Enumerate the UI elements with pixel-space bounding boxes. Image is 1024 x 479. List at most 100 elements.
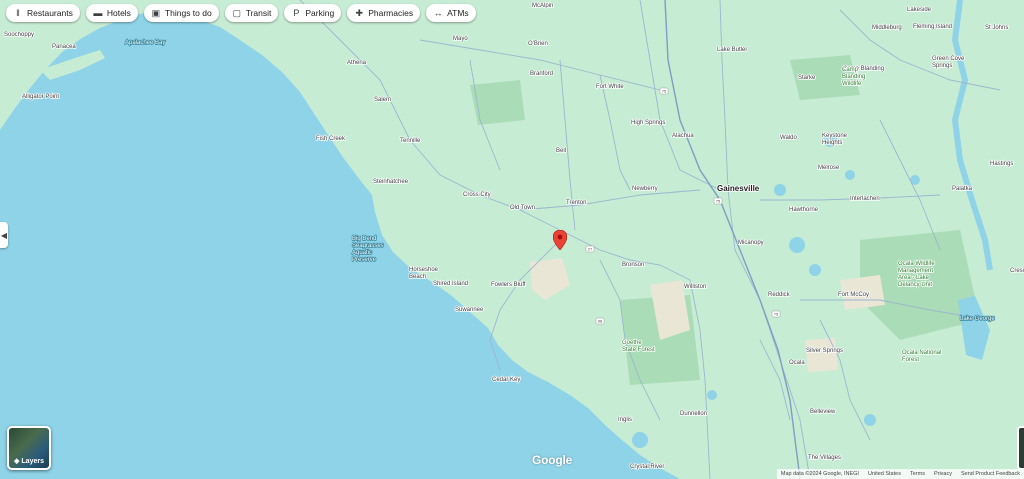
green-area-1 bbox=[470, 80, 525, 125]
place-label-hastings[interactable]: Hastings bbox=[989, 160, 1014, 168]
map-data-credit: Map data ©2024 Google, INEGI bbox=[780, 471, 859, 477]
place-label-gainesville[interactable]: Gainesville bbox=[716, 183, 760, 194]
svg-text:98: 98 bbox=[598, 319, 603, 324]
pharmacy-icon: ✚ bbox=[355, 7, 363, 18]
transit-icon: ▢ bbox=[232, 7, 241, 18]
side-thumbnail[interactable] bbox=[1017, 426, 1024, 470]
collapse-side-panel-button[interactable]: ◀ bbox=[0, 222, 8, 248]
place-label-dunnellon[interactable]: Dunnellon bbox=[679, 410, 708, 418]
filter-chip-label: Things to do bbox=[164, 8, 212, 18]
place-label-apalachee-bay[interactable]: Apalachee Bay bbox=[124, 39, 166, 46]
sand-area-4 bbox=[805, 338, 838, 372]
svg-text:75: 75 bbox=[774, 312, 779, 317]
filter-chip-atms[interactable]: ↔ ATMs bbox=[426, 4, 476, 22]
place-label-old-town[interactable]: Old Town bbox=[509, 204, 536, 212]
lake-1 bbox=[789, 237, 805, 253]
place-label-fleming-island[interactable]: Fleming Island bbox=[912, 23, 953, 31]
region-link[interactable]: United States bbox=[868, 471, 901, 477]
filter-chip-things-to-do[interactable]: ▣ Things to do bbox=[143, 4, 219, 22]
place-label-silver-springs[interactable]: Silver Springs bbox=[805, 347, 844, 355]
place-label-inglis[interactable]: Inglis bbox=[617, 416, 633, 424]
place-label-middleburg[interactable]: Middleburg bbox=[871, 24, 902, 32]
lake-8 bbox=[707, 390, 717, 400]
place-label-newberry[interactable]: Newberry bbox=[631, 185, 658, 193]
attribution-bar: Map data ©2024 Google, INEGI United Stat… bbox=[776, 469, 1024, 479]
place-label-waldo[interactable]: Waldo bbox=[779, 134, 798, 142]
place-label-cedar-key[interactable]: Cedar Key bbox=[491, 376, 521, 384]
lake-5 bbox=[774, 184, 786, 196]
filter-chip-label: Restaurants bbox=[27, 8, 73, 18]
place-label-williston[interactable]: Williston bbox=[683, 283, 707, 291]
place-label-belleview[interactable]: Belleview bbox=[809, 408, 837, 416]
place-label-alachua[interactable]: Alachua bbox=[671, 132, 695, 140]
terms-link[interactable]: Terms bbox=[910, 471, 925, 477]
place-label-bronson[interactable]: Bronson bbox=[621, 261, 645, 269]
filter-chip-restaurants[interactable]: ‖ Restaurants bbox=[6, 4, 80, 22]
google-logo: Google bbox=[532, 453, 573, 467]
place-label-o-brien[interactable]: O'Brien bbox=[527, 40, 548, 48]
lake-2 bbox=[809, 264, 821, 276]
feedback-link[interactable]: Send Product Feedback bbox=[961, 471, 1020, 477]
layers-button[interactable]: ◈ Layers bbox=[7, 426, 51, 470]
place-label-tennille[interactable]: Tennille bbox=[399, 137, 422, 145]
filter-chip-pharmacies[interactable]: ✚ Pharmacies bbox=[347, 4, 421, 22]
lake-7 bbox=[864, 414, 876, 426]
filter-chip-hotels[interactable]: ▬ Hotels bbox=[85, 4, 138, 22]
filter-chip-label: ATMs bbox=[447, 8, 469, 18]
filter-chip-label: Transit bbox=[245, 8, 272, 18]
lake-9 bbox=[632, 432, 648, 448]
place-label-soochoppy[interactable]: Soochoppy bbox=[3, 31, 35, 39]
place-label-micanopy[interactable]: Micanopy bbox=[737, 239, 764, 247]
filter-chip-transit[interactable]: ▢ Transit bbox=[224, 4, 279, 22]
place-label-st-johns[interactable]: St Johns bbox=[984, 24, 1009, 32]
place-label-reddick[interactable]: Reddick bbox=[767, 291, 791, 299]
place-label-suwannee[interactable]: Suwannee bbox=[454, 306, 485, 314]
svg-text:75: 75 bbox=[716, 199, 721, 204]
place-label-panacea[interactable]: Panacea bbox=[51, 43, 77, 51]
place-label-bell[interactable]: Bell bbox=[555, 147, 567, 155]
layers-label: Layers bbox=[21, 457, 44, 465]
map-pin-icon bbox=[552, 229, 568, 251]
place-label-cross-city[interactable]: Cross City bbox=[462, 191, 491, 199]
place-label-high-springs[interactable]: High Springs bbox=[630, 119, 666, 127]
bed-icon: ▬ bbox=[93, 7, 103, 18]
filter-chip-label: Parking bbox=[305, 8, 335, 18]
fork-knife-icon: ‖ bbox=[16, 7, 20, 18]
place-label-fort-mccoy[interactable]: Fort McCoy bbox=[837, 291, 870, 299]
place-label-starke[interactable]: Starke bbox=[797, 74, 817, 82]
parking-icon: P bbox=[293, 7, 300, 18]
place-label-crescent-city[interactable]: Crescent City bbox=[1009, 267, 1024, 275]
atm-icon: ↔ bbox=[433, 7, 443, 18]
privacy-link[interactable]: Privacy bbox=[934, 471, 952, 477]
lake-4 bbox=[845, 170, 855, 180]
camera-icon: ▣ bbox=[151, 7, 161, 18]
place-label-fish-creek[interactable]: Fish Creek bbox=[315, 135, 347, 143]
place-label-mayo[interactable]: Mayo bbox=[452, 35, 469, 43]
place-label-fort-white[interactable]: Fort White bbox=[595, 83, 625, 91]
place-label-alligator-point[interactable]: Alligator Point bbox=[21, 93, 60, 101]
place-label-steinhatchee[interactable]: Steinhatchee bbox=[372, 178, 409, 186]
place-label-interlachen[interactable]: Interlachen bbox=[849, 195, 880, 203]
place-label-fowlers-bluff[interactable]: Fowlers Bluff bbox=[490, 281, 527, 289]
place-label-athena[interactable]: Athena bbox=[346, 59, 367, 67]
place-label-lake-butler[interactable]: Lake Butler bbox=[716, 46, 748, 54]
place-label-lake-george[interactable]: Lake George bbox=[959, 315, 996, 322]
place-label-lakeside[interactable]: Lakeside bbox=[906, 6, 932, 14]
place-label-branford[interactable]: Branford bbox=[529, 70, 554, 78]
place-label-ocala[interactable]: Ocala bbox=[788, 359, 806, 367]
place-label-mcalpin[interactable]: McAlpin bbox=[531, 2, 554, 10]
place-label-crystal-river[interactable]: Crystal River bbox=[629, 463, 665, 471]
place-label-trenton[interactable]: Trenton bbox=[565, 199, 587, 207]
layers-label-row: ◈ Layers bbox=[9, 457, 49, 466]
place-label-melrose[interactable]: Melrose bbox=[817, 164, 841, 172]
map-canvas[interactable]: 75 75 75 27 98 McAlpin Lakeside Mayo O'Brie… bbox=[0, 0, 1024, 479]
place-label-shired-island[interactable]: Shired Island bbox=[432, 280, 469, 288]
location-pin[interactable] bbox=[552, 229, 568, 255]
place-label-salem[interactable]: Salem bbox=[373, 96, 392, 104]
filter-chip-parking[interactable]: P Parking bbox=[284, 4, 342, 22]
place-label-the-villages[interactable]: The Villages bbox=[807, 454, 842, 462]
filter-chip-label: Hotels bbox=[106, 8, 131, 18]
place-label-palatka[interactable]: Palatka bbox=[951, 185, 973, 193]
filter-chip-label: Pharmacies bbox=[368, 8, 414, 18]
place-label-hawthorne[interactable]: Hawthorne bbox=[788, 206, 819, 214]
